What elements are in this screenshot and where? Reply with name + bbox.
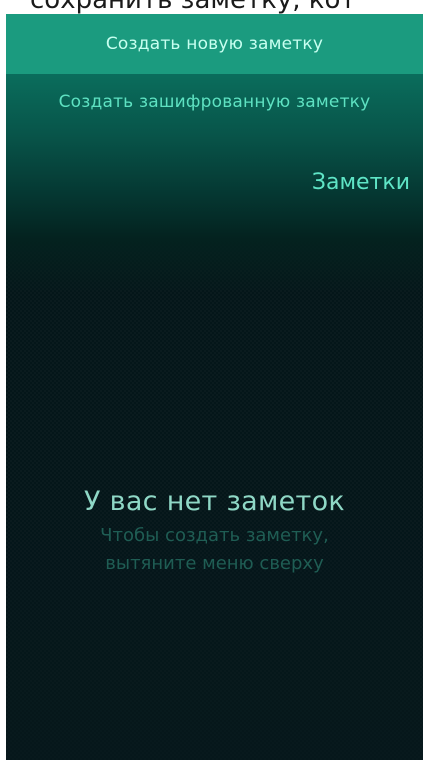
- page-title: Заметки: [311, 170, 410, 195]
- notes-app-screen: Создать новую заметку Создать зашифрован…: [6, 14, 423, 760]
- menu-item-new-encrypted-note[interactable]: Создать зашифрованную заметку: [6, 74, 423, 131]
- empty-state-hint-line-2: вытяните меню сверху: [105, 553, 324, 574]
- empty-state-title: У вас нет заметок: [83, 486, 346, 517]
- empty-state-hint-line-1: Чтобы создать заметку,: [100, 525, 329, 546]
- empty-state-placeholder: У вас нет заметок Чтобы создать заметку,…: [6, 484, 423, 578]
- empty-state-hint: Чтобы создать заметку, вытяните меню све…: [6, 522, 423, 578]
- pulley-menu: Создать новую заметку Создать зашифрован…: [6, 14, 423, 131]
- menu-item-new-note[interactable]: Создать новую заметку: [6, 14, 423, 74]
- screenshot-frame: сохранить заметку, кот Создать новую зам…: [0, 0, 423, 760]
